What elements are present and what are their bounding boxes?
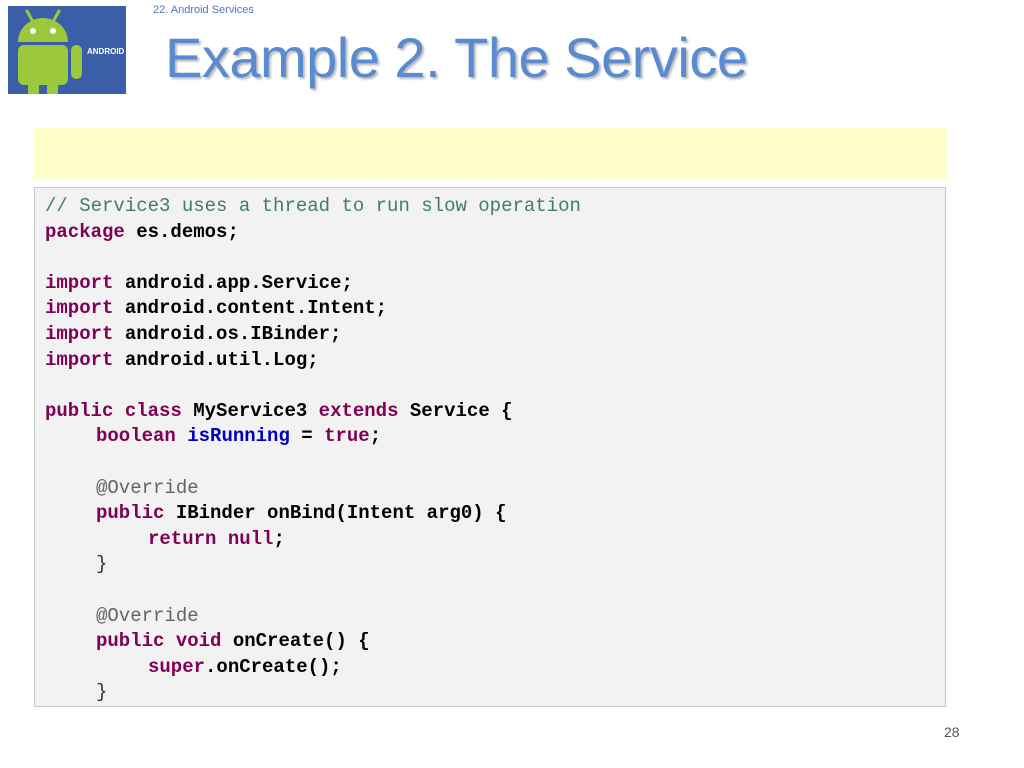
- code-keyword: public: [96, 502, 165, 525]
- section-label: 22. Android Services: [153, 4, 254, 16]
- code-text: android.util.Log;: [113, 348, 319, 371]
- code-line: }: [45, 680, 945, 706]
- code-text: onCreate() {: [221, 630, 370, 653]
- code-line: import android.os.IBinder;: [45, 322, 945, 348]
- code-brace: }: [96, 681, 108, 704]
- code-line: public class MyService3 extends Service …: [45, 399, 945, 425]
- code-keyword: null: [227, 527, 274, 550]
- code-annotation: @Override: [96, 476, 199, 499]
- android-logo: ANDROID: [8, 6, 126, 94]
- code-line: import android.util.Log;: [45, 348, 945, 374]
- code-text: android.content.Intent;: [113, 297, 388, 320]
- code-comment: // Service3 uses a thread to run slow op…: [45, 195, 581, 217]
- code-text: es.demos;: [124, 220, 239, 243]
- code-line: import android.content.Intent;: [45, 296, 945, 322]
- code-line: @Override: [45, 476, 945, 502]
- code-text: android.app.Service;: [113, 271, 353, 294]
- code-line: public void onCreate() {: [45, 629, 945, 655]
- note-band: [34, 128, 947, 179]
- code-keyword: import: [45, 271, 114, 294]
- code-keyword: public: [45, 399, 114, 422]
- code-line: package es.demos;: [45, 220, 945, 246]
- code-keyword: public: [96, 630, 165, 653]
- code-text: Service {: [398, 399, 513, 422]
- code-keyword: true: [324, 425, 370, 448]
- code-line: @Override: [45, 604, 945, 630]
- code-text: .onCreate();: [205, 655, 342, 678]
- code-line: super.onCreate();: [45, 655, 945, 681]
- code-text: IBinder onBind(Intent arg0) {: [164, 502, 507, 525]
- code-brace: }: [96, 553, 108, 576]
- code-text: android.os.IBinder;: [113, 322, 342, 345]
- code-line: }: [45, 552, 945, 578]
- code-line: return null;: [45, 527, 945, 553]
- android-robot-icon: ANDROID: [8, 6, 126, 94]
- code-keyword: import: [45, 297, 114, 320]
- page-title: Example 2. The Service: [165, 26, 748, 89]
- code-text: ;: [273, 527, 285, 550]
- code-line: import android.app.Service;: [45, 271, 945, 297]
- code-keyword: class: [124, 399, 182, 422]
- code-keyword: void: [175, 630, 222, 653]
- code-line: public IBinder onBind(Intent arg0) {: [45, 501, 945, 527]
- code-keyword: return: [148, 527, 217, 550]
- code-text: MyService3: [181, 399, 319, 422]
- code-keyword: import: [45, 322, 114, 345]
- code-text: ;: [369, 425, 382, 448]
- code-block: // Service3 uses a thread to run slow op…: [34, 187, 946, 707]
- code-keyword: extends: [318, 399, 399, 422]
- logo-wordmark: ANDROID: [87, 47, 125, 56]
- code-keyword: boolean: [96, 425, 176, 448]
- code-annotation: @Override: [96, 604, 199, 627]
- code-text: =: [289, 425, 325, 448]
- code-keyword: import: [45, 348, 114, 371]
- page-number: 28: [944, 724, 960, 740]
- code-line: boolean isRunning = true;: [45, 424, 945, 450]
- slide: ANDROID 22. Android Services Example 2. …: [0, 0, 1024, 768]
- code-keyword: package: [45, 220, 125, 243]
- code-field: isRunning: [187, 425, 290, 448]
- code-keyword: super: [148, 655, 206, 678]
- code-line: // Service3 uses a thread to run slow op…: [45, 194, 945, 220]
